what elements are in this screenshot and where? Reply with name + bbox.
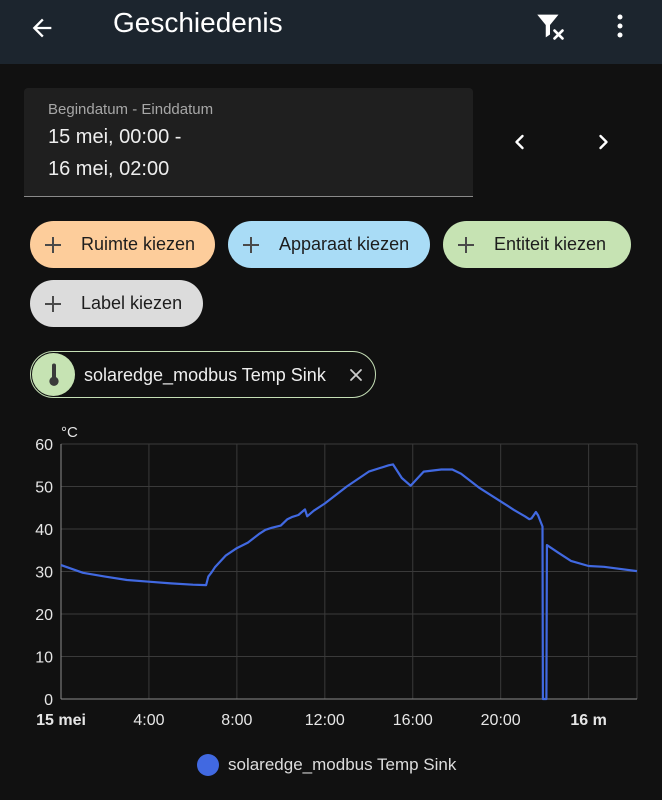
x-tick-label: 4:00 bbox=[133, 712, 164, 729]
x-tick-label: 16:00 bbox=[393, 712, 433, 729]
legend-color-dot bbox=[197, 754, 219, 776]
date-range-label: Begindatum - Einddatum bbox=[48, 101, 214, 118]
remove-entity-button[interactable] bbox=[344, 363, 368, 387]
back-button[interactable] bbox=[22, 8, 62, 48]
chip-label: Entiteit kiezen bbox=[494, 234, 607, 254]
date-range-picker[interactable]: Begindatum - Einddatum 15 mei, 00:00 - 1… bbox=[24, 88, 473, 197]
y-tick-label: 0 bbox=[44, 692, 53, 709]
x-tick-label: 12:00 bbox=[305, 712, 345, 729]
y-axis-unit-label: °C bbox=[61, 424, 78, 441]
x-tick-label: 20:00 bbox=[481, 712, 521, 729]
chart-legend-item[interactable]: solaredge_modbus Temp Sink bbox=[197, 752, 456, 778]
arrow-left-icon bbox=[32, 18, 52, 38]
close-icon bbox=[350, 369, 362, 381]
choose-label-chip[interactable]: Label kiezen bbox=[30, 280, 203, 327]
previous-period-button[interactable] bbox=[502, 124, 538, 160]
choose-device-chip[interactable]: Apparaat kiezen bbox=[228, 221, 430, 268]
plus-icon bbox=[455, 234, 477, 256]
y-tick-label: 30 bbox=[35, 565, 53, 582]
y-tick-label: 40 bbox=[35, 522, 53, 539]
x-tick-label: 16 m bbox=[570, 712, 606, 729]
app-bar: Geschiedenis bbox=[0, 0, 662, 64]
chevron-left-icon bbox=[515, 134, 524, 150]
history-chart-svg: 0 10 20 30 40 50 60 15 mei 4:00 8:00 12:00 16:00 20:… bbox=[35, 424, 638, 729]
choose-entity-chip[interactable]: Entiteit kiezen bbox=[443, 221, 631, 268]
chevron-right-icon bbox=[599, 134, 608, 150]
thermometer-icon bbox=[48, 363, 59, 386]
y-tick-label: 60 bbox=[35, 437, 53, 454]
choose-area-chip[interactable]: Ruimte kiezen bbox=[30, 221, 215, 268]
y-tick-label: 10 bbox=[35, 650, 53, 667]
y-tick-label: 50 bbox=[35, 480, 53, 497]
entity-icon-badge bbox=[32, 353, 75, 396]
plus-icon bbox=[240, 234, 262, 256]
series-line bbox=[60, 463, 638, 701]
chip-label: Label kiezen bbox=[81, 293, 183, 313]
entity-name: solaredge_modbus Temp Sink bbox=[84, 365, 326, 385]
plus-icon bbox=[42, 234, 64, 256]
x-tick-label: 15 mei bbox=[36, 712, 86, 729]
chip-label: Ruimte kiezen bbox=[81, 234, 196, 254]
chip-label: Apparaat kiezen bbox=[279, 234, 410, 254]
filter-remove-icon bbox=[537, 14, 564, 40]
history-chart: 0 10 20 30 40 50 60 15 mei 4:00 8:00 12:00 16:00 20:… bbox=[0, 415, 662, 800]
clear-filter-button[interactable] bbox=[528, 4, 572, 48]
next-period-button[interactable] bbox=[585, 124, 621, 160]
x-tick-label: 8:00 bbox=[221, 712, 252, 729]
y-tick-label: 20 bbox=[35, 607, 53, 624]
legend-label: solaredge_modbus Temp Sink bbox=[228, 755, 457, 774]
date-range-end: 16 mei, 02:00 bbox=[48, 158, 170, 180]
plus-icon bbox=[42, 293, 64, 315]
more-options-button[interactable] bbox=[600, 4, 640, 48]
selected-entity-chip[interactable]: solaredge_modbus Temp Sink bbox=[30, 351, 376, 398]
dots-vertical-icon bbox=[617, 14, 623, 38]
page-title: Geschiedenis bbox=[113, 7, 283, 38]
date-range-start: 15 mei, 00:00 - bbox=[48, 126, 182, 148]
